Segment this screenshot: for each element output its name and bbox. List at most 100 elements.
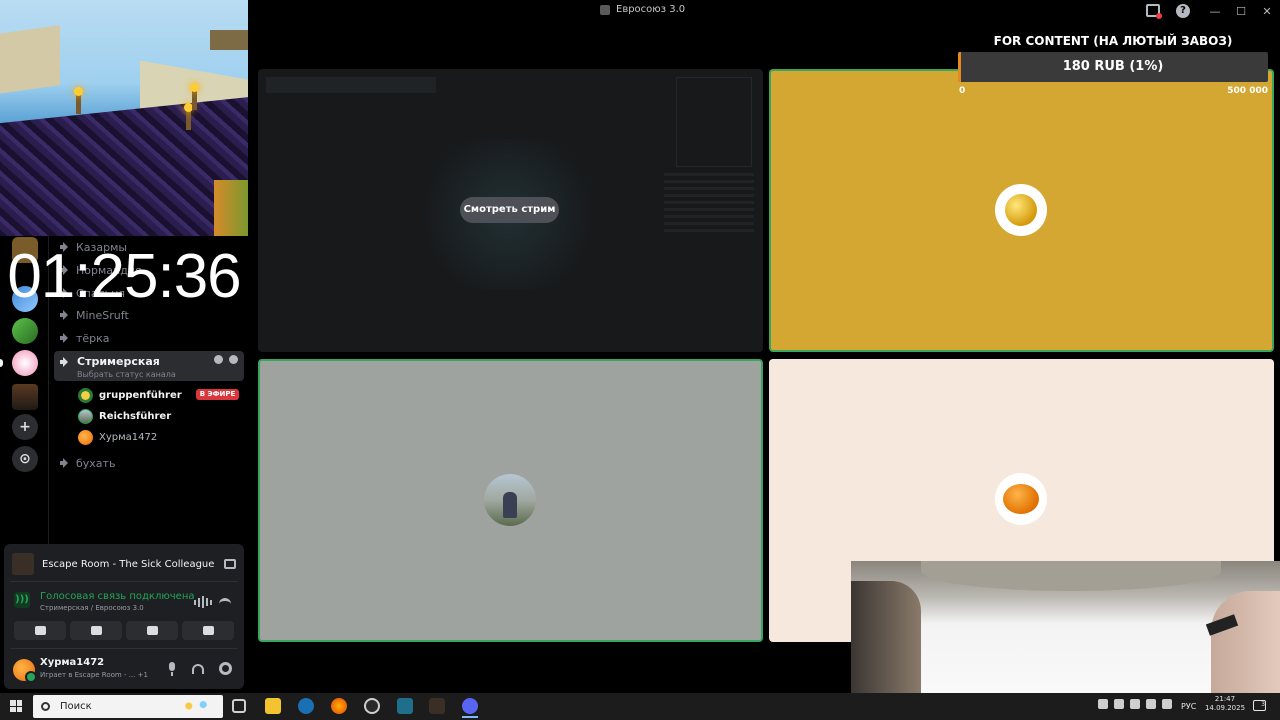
- minimize-button[interactable]: —: [1202, 5, 1228, 18]
- watch-stream-button[interactable]: Смотреть стрим: [460, 197, 559, 223]
- activities-button[interactable]: [126, 621, 178, 640]
- game-capture: [0, 0, 248, 236]
- camera-off-button[interactable]: [14, 621, 66, 640]
- screen-share-icon[interactable]: [224, 559, 236, 569]
- member-name: Хурма1472: [99, 431, 158, 443]
- voice-member[interactable]: gruppenführer: [78, 387, 182, 403]
- speaker-icon: [60, 333, 70, 343]
- steam-icon[interactable]: [298, 698, 314, 714]
- avatar: [78, 408, 93, 424]
- minecraft-icon[interactable]: [429, 698, 445, 714]
- active-app-indicator: [462, 716, 478, 718]
- live-badge: В ЭФИРЕ: [196, 389, 239, 400]
- chevron-up-icon[interactable]: [1098, 699, 1108, 709]
- noise-suppression-icon[interactable]: [194, 596, 212, 608]
- voice-member[interactable]: Reichsführer: [78, 408, 171, 424]
- invite-icon[interactable]: [229, 355, 238, 364]
- channel-actions: [214, 355, 238, 364]
- voice-channel[interactable]: бухать: [60, 454, 115, 472]
- game-terrain: [210, 30, 248, 50]
- gamepad-icon: [146, 626, 158, 635]
- search-highlight-icon[interactable]: [178, 699, 214, 713]
- signal-icon: ))): [14, 592, 30, 608]
- help-icon[interactable]: ?: [1176, 4, 1190, 18]
- file-explorer-icon[interactable]: [265, 698, 281, 714]
- notifications-icon[interactable]: 3: [1253, 700, 1266, 711]
- mic-tray-icon[interactable]: [1130, 699, 1140, 709]
- voice-channel-path[interactable]: Стримерская / Евросоюз 3.0: [40, 604, 144, 612]
- volume-icon[interactable]: [1162, 699, 1172, 709]
- server-icon[interactable]: [12, 350, 38, 376]
- add-server-icon[interactable]: +: [12, 414, 38, 440]
- webcam-hand: [1211, 591, 1280, 700]
- torch: [190, 83, 199, 110]
- user-status-extra: +1: [137, 671, 148, 679]
- speaker-icon: [60, 357, 70, 367]
- game-obsidian-floor: [0, 94, 248, 236]
- member-name: gruppenführer: [99, 389, 182, 401]
- voice-member[interactable]: Хурма1472: [78, 429, 157, 445]
- gear-icon[interactable]: [219, 662, 232, 675]
- persimmon-icon: [1003, 484, 1039, 514]
- game-block: [214, 180, 248, 236]
- member-name: Reichsführer: [99, 410, 172, 422]
- torch: [74, 87, 83, 114]
- goal-min-label: 0: [959, 86, 966, 96]
- goal-title: FOR CONTENT (НА ЛЮТЫЙ ЗАВОЗ): [993, 34, 1233, 48]
- inbox-icon[interactable]: [1146, 4, 1162, 19]
- active-channel-name: Стримерская: [77, 355, 160, 368]
- activity-row[interactable]: Escape Room - The Sick Colleague: [12, 552, 236, 576]
- headset-icon[interactable]: [192, 664, 204, 674]
- avatar: [484, 474, 536, 526]
- channel-name: бухать: [76, 456, 116, 470]
- avatar: [995, 184, 1047, 236]
- task-view-icon[interactable]: [232, 699, 246, 713]
- webcam-body: [921, 561, 1221, 591]
- channel-name: тёрка: [76, 331, 110, 345]
- disconnect-icon[interactable]: [219, 598, 231, 604]
- divider: [10, 648, 238, 649]
- voice-status[interactable]: Голосовая связь подключена: [40, 591, 195, 602]
- soundboard-button[interactable]: [182, 621, 234, 640]
- window-title: Евросоюз 3.0: [600, 4, 685, 15]
- discord-icon[interactable]: [462, 698, 478, 714]
- avatar: [78, 387, 93, 403]
- search-placeholder: Поиск: [60, 701, 92, 712]
- mic-icon[interactable]: [166, 662, 178, 676]
- avatar: [995, 473, 1047, 525]
- goal-progress-bar: 180 RUB (1%): [958, 52, 1268, 82]
- display-icon[interactable]: [1114, 699, 1124, 709]
- share-screen-icon: [90, 626, 102, 635]
- webcam-overlay: [851, 561, 1280, 700]
- clock[interactable]: 21:47 14.09.2025: [1204, 695, 1246, 713]
- network-icon[interactable]: [1146, 699, 1156, 709]
- server-icon: [600, 4, 610, 15]
- windows-start-icon[interactable]: [10, 700, 22, 712]
- camera-off-icon: [34, 626, 46, 635]
- avatar: [78, 429, 93, 445]
- torch: [184, 103, 193, 130]
- chat-icon[interactable]: [214, 355, 223, 364]
- server-icon[interactable]: [12, 384, 38, 410]
- game-terrain: [0, 25, 60, 95]
- voice-channel[interactable]: тёрка: [60, 329, 110, 347]
- language-indicator[interactable]: РУС: [1181, 702, 1196, 711]
- app-icon[interactable]: [397, 698, 413, 714]
- server-icon[interactable]: [12, 318, 38, 344]
- stream-preview: [266, 77, 436, 93]
- channel-status-input[interactable]: Выбрать статус канала: [77, 370, 176, 379]
- user-name[interactable]: Хурма1472: [40, 657, 104, 668]
- window-title-text: Евросоюз 3.0: [616, 4, 686, 15]
- close-button[interactable]: ✕: [1254, 5, 1280, 18]
- firefox-icon[interactable]: [331, 698, 347, 714]
- system-tray: [1098, 699, 1172, 709]
- discover-icon[interactable]: ⊙: [12, 446, 38, 472]
- share-screen-button[interactable]: [70, 621, 122, 640]
- search-icon: [41, 702, 50, 711]
- maximize-button[interactable]: ☐: [1228, 5, 1254, 18]
- user-avatar[interactable]: [13, 659, 37, 683]
- webcam-hand: [851, 581, 921, 700]
- divider: [10, 581, 238, 582]
- obs-icon[interactable]: [364, 698, 380, 714]
- window-controls: — ☐ ✕: [1202, 0, 1280, 22]
